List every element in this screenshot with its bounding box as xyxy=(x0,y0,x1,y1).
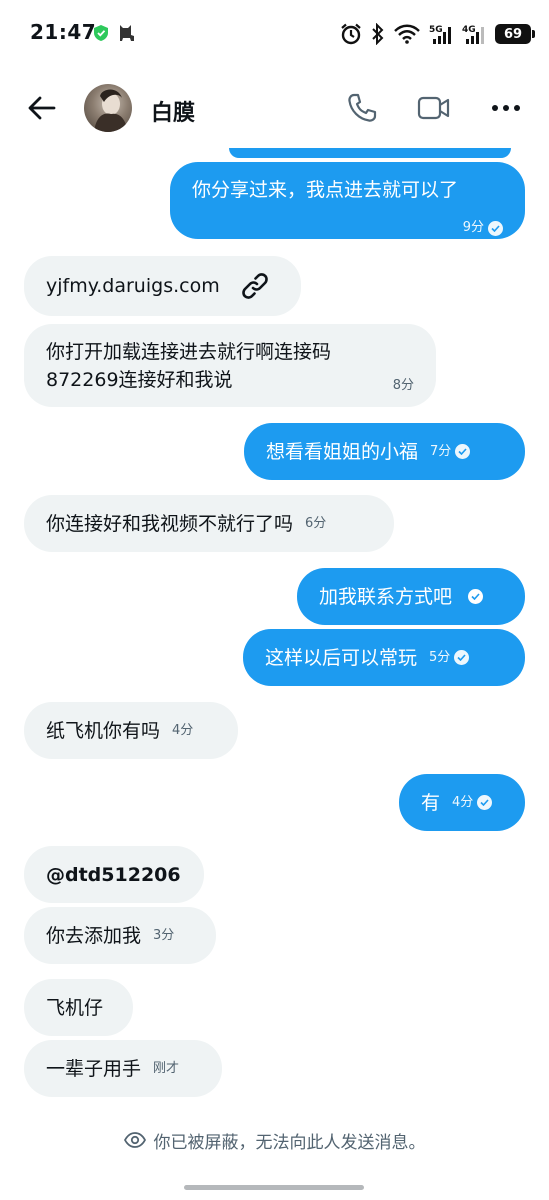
status-bar: 21:47 5G 4G 69 xyxy=(0,0,549,68)
phone-icon xyxy=(348,93,377,122)
message-bubble-incoming[interactable]: 飞机仔 xyxy=(24,979,133,1036)
message-text: 你分享过来，我点进去就可以了 xyxy=(192,179,459,201)
message-time: 3分 xyxy=(153,927,175,943)
message-bubble-incoming[interactable]: 你去添加我 3分 xyxy=(24,907,216,964)
link-icon xyxy=(241,273,268,299)
message-text: 飞机仔 xyxy=(46,996,104,1019)
conversation-header: 白膜 xyxy=(0,68,549,148)
message-time: 4分 xyxy=(172,722,194,738)
message-bubble-incoming[interactable]: 你连接好和我视频不就行了吗 6分 xyxy=(24,495,394,552)
message-bubble-outgoing[interactable]: 加我联系方式吧 xyxy=(297,568,525,625)
more-icon xyxy=(492,105,520,111)
message-bubble-incoming[interactable]: @dtd512206 xyxy=(24,846,204,903)
message-text: 这样以后可以常玩 xyxy=(265,646,418,669)
battery-level: 69 xyxy=(503,26,523,42)
cat-app-icon xyxy=(120,25,134,41)
read-check-icon xyxy=(477,795,493,810)
message-bubble-outgoing[interactable]: 想看看姐姐的小福 7分 xyxy=(244,423,525,480)
message-text-line-1: 你打开加载连接进去就行啊连接码 xyxy=(46,341,332,363)
message-text: @dtd512206 xyxy=(46,863,181,886)
message-time: 刚才 xyxy=(153,1060,180,1076)
message-bubble-outgoing[interactable]: 你分享过来，我点进去就可以了 9分 xyxy=(170,162,525,239)
net1-label: 5G xyxy=(429,25,443,35)
message-bubble-link[interactable]: yjfmy.daruigs.com xyxy=(24,256,301,316)
message-meta: 4分 xyxy=(452,789,493,817)
message-text: 想看看姐姐的小福 xyxy=(266,440,419,463)
shield-icon xyxy=(94,25,108,41)
message-text: 纸飞机你有吗 xyxy=(46,719,161,742)
signal-5g-icon: 5G xyxy=(429,25,451,44)
read-check-icon xyxy=(468,589,484,604)
previous-message-bubble[interactable] xyxy=(229,148,511,158)
message-time: 4分 xyxy=(452,794,474,810)
call-button[interactable] xyxy=(342,88,382,128)
video-camera-icon xyxy=(417,96,450,120)
message-bubble-incoming[interactable]: 纸飞机你有吗 4分 xyxy=(24,702,238,759)
message-text: 加我联系方式吧 xyxy=(319,585,453,608)
message-list[interactable]: 你分享过来，我点进去就可以了 9分 yjfmy.daruigs.com 你打开加… xyxy=(0,148,549,1108)
message-text: 一辈子用手 xyxy=(46,1057,142,1080)
message-bubble-outgoing[interactable]: 有 4分 xyxy=(399,774,525,831)
message-time: 6分 xyxy=(305,515,327,531)
read-check-icon xyxy=(488,220,503,236)
eye-icon xyxy=(123,1132,146,1148)
blocked-notice: 你已被屏蔽，无法向此人发送消息。 xyxy=(0,1124,549,1156)
home-indicator[interactable] xyxy=(184,1185,364,1190)
battery-indicator: 69 xyxy=(495,24,535,44)
message-meta: 9分 xyxy=(463,214,503,242)
alarm-icon xyxy=(341,23,361,45)
blocked-notice-text: 你已被屏蔽，无法向此人发送消息。 xyxy=(153,1132,426,1153)
message-bubble-incoming[interactable]: 一辈子用手 刚才 xyxy=(24,1040,222,1097)
net2-label: 4G xyxy=(462,25,476,35)
more-options-button[interactable] xyxy=(486,88,526,128)
message-time: 9分 xyxy=(462,220,484,235)
message-meta: 7分 xyxy=(430,438,471,466)
contact-name[interactable]: 白膜 xyxy=(151,95,195,127)
message-text: 有 xyxy=(421,791,441,814)
status-icons: 5G 4G 69 xyxy=(340,20,535,48)
message-bubble-outgoing[interactable]: 这样以后可以常玩 5分 xyxy=(243,629,525,686)
wifi-icon xyxy=(394,24,420,44)
signal-4g-icon: 4G xyxy=(462,25,484,44)
read-check-icon xyxy=(455,444,471,459)
back-button[interactable] xyxy=(24,90,60,126)
message-time: 5分 xyxy=(429,649,451,665)
read-check-icon xyxy=(454,650,470,665)
message-text: 你连接好和我视频不就行了吗 xyxy=(46,512,294,535)
video-call-button[interactable] xyxy=(414,88,454,128)
message-meta: 5分 xyxy=(429,644,470,672)
status-time: 21:47 xyxy=(30,20,97,44)
avatar[interactable] xyxy=(84,84,132,132)
bluetooth-icon xyxy=(372,23,384,45)
message-bubble-incoming[interactable]: 你打开加载连接进去就行啊连接码 872269连接好和我说 8分 xyxy=(24,324,436,407)
message-text: 你去添加我 xyxy=(46,924,142,947)
avatar-image xyxy=(94,89,128,132)
message-time: 8分 xyxy=(392,378,414,393)
message-text-line-2: 872269连接好和我说 xyxy=(46,369,233,391)
link-text[interactable]: yjfmy.daruigs.com xyxy=(46,272,220,300)
message-time: 7分 xyxy=(430,443,452,459)
back-arrow-icon xyxy=(28,96,56,120)
